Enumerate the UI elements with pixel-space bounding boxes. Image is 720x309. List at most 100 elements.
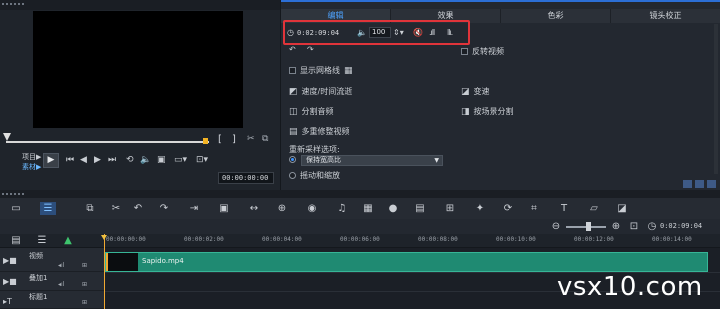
tab-color[interactable]: 色彩 bbox=[501, 9, 611, 23]
ruler-tick: 00:00:08:00 bbox=[418, 236, 458, 243]
play-button[interactable]: ▶ bbox=[43, 153, 59, 168]
prev-frame-icon[interactable]: ◀ bbox=[80, 155, 87, 165]
clip-thumbnail bbox=[106, 253, 138, 271]
mark-in-button[interactable]: [ bbox=[218, 134, 222, 145]
scene-icon: ◨ bbox=[461, 106, 470, 117]
multicam-icon[interactable]: ⊞ bbox=[442, 202, 458, 215]
track-options-icon[interactable]: ☰ bbox=[34, 234, 50, 247]
reverse-video-option[interactable]: 反转视频 bbox=[461, 46, 504, 57]
timeline-view-icon[interactable]: ☰ bbox=[40, 202, 56, 215]
stabilize-icon[interactable]: ⌗ bbox=[526, 202, 542, 215]
fit-project-icon[interactable]: ⊡ bbox=[626, 220, 642, 233]
playhead[interactable] bbox=[104, 234, 105, 309]
pan-zoom-option[interactable]: 摇动和缩放 bbox=[289, 170, 340, 181]
enlarge-preview-icon[interactable]: ⊡▾ bbox=[196, 155, 208, 165]
mask-creator-icon[interactable]: ◪ bbox=[614, 202, 630, 215]
ripple-icon[interactable]: ⊕ bbox=[274, 202, 290, 215]
ruler-tick: 00:00:12:00 bbox=[574, 236, 614, 243]
loop-icon[interactable]: ⟳ bbox=[500, 202, 516, 215]
rotate-left-icon[interactable]: ↶ bbox=[289, 45, 296, 54]
go-start-icon[interactable]: ⏮ bbox=[66, 155, 74, 165]
mask-icon[interactable]: ◉ bbox=[304, 202, 320, 215]
trim-end-marker[interactable] bbox=[203, 138, 208, 144]
zoom-slider-handle[interactable] bbox=[586, 222, 591, 231]
trim-start-marker[interactable] bbox=[3, 133, 11, 141]
multi-trim-button[interactable]: ▤ 多重修整视频 bbox=[289, 126, 350, 137]
multi-trim-label: 多重修整视频 bbox=[301, 127, 350, 136]
view-icon-1[interactable] bbox=[683, 180, 692, 188]
track-header-title[interactable]: ▸T 标题1 ⊞ bbox=[0, 291, 104, 309]
next-frame-icon[interactable]: ▶ bbox=[94, 155, 101, 165]
record-capture-icon[interactable]: ▣ bbox=[216, 202, 232, 215]
track-audio-icon[interactable]: ◂ıl bbox=[58, 281, 64, 288]
track-manager-icon[interactable]: ⧉ bbox=[82, 202, 98, 215]
track-toggle-icon[interactable]: ▤ bbox=[8, 234, 24, 247]
copy-icon[interactable]: ⧉ bbox=[262, 134, 268, 144]
track-grid-icon[interactable]: ⊞ bbox=[82, 262, 87, 269]
grid-icon[interactable]: ▦ bbox=[344, 66, 353, 76]
track-grid-icon[interactable]: ⊞ bbox=[82, 299, 87, 306]
motion-icon[interactable]: ✦ bbox=[472, 202, 488, 215]
split-by-scene-button[interactable]: ◨ 按场景分割 bbox=[461, 106, 514, 117]
project-mode-label[interactable]: 项目▶ bbox=[22, 152, 41, 162]
view-icon-2[interactable] bbox=[695, 180, 704, 188]
track-grid-icon[interactable]: ⊞ bbox=[82, 281, 87, 288]
undo-icon[interactable]: ↶ bbox=[130, 202, 146, 215]
rotate-right-icon[interactable]: ↷ bbox=[307, 45, 314, 54]
fit-timeline-icon[interactable]: ⇥ bbox=[186, 202, 202, 215]
variable-speed-button[interactable]: ◪ 变速 bbox=[461, 86, 490, 97]
track-header-overlay[interactable]: ▶■ 叠加1 ◂ıl ⊞ bbox=[0, 272, 104, 291]
repeat-icon[interactable]: ⟲ bbox=[126, 155, 134, 165]
show-grid-checkbox[interactable] bbox=[289, 67, 296, 74]
freeze-frame-icon[interactable]: ▱ bbox=[586, 202, 602, 215]
title-icon[interactable]: T bbox=[556, 202, 572, 215]
pan-zoom-radio[interactable] bbox=[289, 172, 296, 179]
title-track-icon: ▸T bbox=[3, 297, 12, 306]
show-grid-option[interactable]: 显示网格线 ▦ bbox=[289, 65, 353, 76]
reverse-video-checkbox[interactable] bbox=[461, 48, 468, 55]
video-clip[interactable]: Sapido.mp4 bbox=[105, 252, 708, 272]
resample-select[interactable]: 保持宽高比 ▼ bbox=[301, 155, 443, 166]
add-track-icon[interactable]: ▲ bbox=[60, 234, 76, 247]
reverse-video-label: 反转视频 bbox=[472, 47, 504, 56]
tools-icon[interactable]: ✂ bbox=[108, 202, 124, 215]
redo-icon[interactable]: ↷ bbox=[156, 202, 172, 215]
volume-icon[interactable]: 🔈 bbox=[140, 155, 151, 165]
timeline-ruler[interactable]: ▤ ☰ ▲ 00:00:00:00 00:00:02:00 00:00:04:0… bbox=[0, 234, 720, 248]
preview-title-bar[interactable] bbox=[0, 0, 280, 10]
split-audio-label: 分割音频 bbox=[301, 107, 334, 116]
panel-divider[interactable] bbox=[0, 190, 720, 198]
keep-aspect-radio-dot[interactable] bbox=[289, 156, 296, 163]
zoom-in-icon[interactable]: ⊕ bbox=[608, 220, 624, 233]
go-end-icon[interactable]: ⏭ bbox=[108, 155, 116, 165]
preview-timecode[interactable]: 00:00:00:00 bbox=[218, 172, 274, 184]
tab-lens-correction[interactable]: 镜头校正 bbox=[611, 9, 720, 23]
zoom-out-icon[interactable]: ⊖ bbox=[548, 220, 564, 233]
ruler-tick: 00:00:04:00 bbox=[262, 236, 302, 243]
hd-preview-icon[interactable]: ▣ bbox=[157, 155, 166, 165]
track-header-video[interactable]: ▶■ 视频 ◂ıl ⊞ bbox=[0, 248, 104, 272]
playhead-handle[interactable] bbox=[101, 235, 107, 240]
scrub-bar[interactable] bbox=[6, 141, 209, 143]
variable-speed-icon: ◪ bbox=[461, 86, 470, 97]
speed-time-flow-button[interactable]: ◩ 速度/时间流逝 bbox=[289, 86, 352, 97]
chevron-down-icon: ▼ bbox=[434, 157, 439, 164]
keep-aspect-radio[interactable] bbox=[289, 156, 296, 163]
aspect-ratio-icon[interactable]: ▭▾ bbox=[174, 155, 187, 165]
storyboard-view-icon[interactable]: ▭ bbox=[8, 202, 24, 215]
split-by-scene-label: 按场景分割 bbox=[473, 107, 514, 116]
auto-music-icon[interactable]: ▦ bbox=[360, 202, 376, 215]
clip-mode-label[interactable]: 素材▶ bbox=[22, 162, 41, 172]
split-audio-button[interactable]: ◫ 分割音频 bbox=[289, 106, 334, 117]
split-icon[interactable]: ↔ bbox=[246, 202, 262, 215]
track-audio-icon[interactable]: ◂ıl bbox=[58, 262, 64, 269]
split-clip-icon[interactable]: ✂ bbox=[247, 134, 255, 144]
zoom-row: ⊖ ⊕ ⊡ ◷ 0:02:09:04 bbox=[0, 219, 720, 234]
audio-mixer-icon[interactable]: ♫ bbox=[334, 202, 350, 215]
motion-track-icon[interactable]: ● bbox=[385, 202, 401, 215]
subtitle-icon[interactable]: ▤ bbox=[412, 202, 428, 215]
view-icon-3[interactable] bbox=[707, 180, 716, 188]
mark-out-button[interactable]: ] bbox=[232, 134, 236, 145]
options-scrollbar[interactable] bbox=[714, 24, 718, 174]
speed-time-flow-label: 速度/时间流逝 bbox=[301, 87, 353, 96]
